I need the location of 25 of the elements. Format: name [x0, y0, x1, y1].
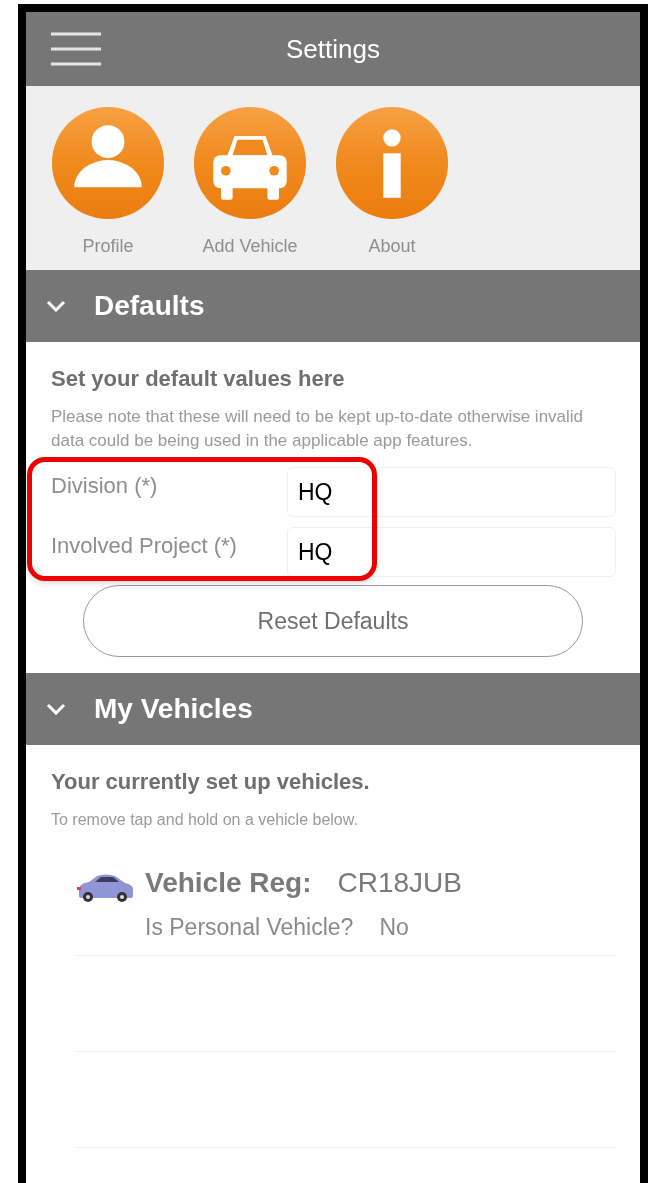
personal-vehicle-label: Is Personal Vehicle?	[145, 913, 354, 942]
section-header[interactable]: My Vehicles	[26, 673, 640, 745]
info-icon	[334, 105, 450, 221]
section-heading: Your currently set up vehicles.	[51, 768, 371, 796]
input-field[interactable]: HQ	[287, 527, 616, 577]
car-icon	[75, 872, 135, 904]
input-field[interactable]: HQ	[287, 467, 616, 517]
menu-icon	[50, 31, 102, 67]
section-heading: Set your default values here	[51, 365, 346, 393]
personal-vehicle-value: No	[379, 913, 409, 942]
shortcut-button[interactable]: Profile	[50, 105, 166, 270]
section-note: Please note that these will need to be kept up-to-date otherwise invalid data could be being used in the applicable app features.	[51, 406, 585, 452]
section-note: To remove tap and hold on a vehicle below.	[51, 810, 359, 830]
vehicle-reg-label: Vehicle Reg:	[145, 866, 312, 900]
section-header[interactable]: Defaults	[26, 270, 640, 342]
vehicle-reg-value: CR18JUB	[337, 866, 462, 900]
car-icon	[192, 105, 308, 221]
shortcut-button[interactable]: About	[334, 105, 450, 270]
shortcut-button[interactable]: Add Vehicle	[192, 105, 308, 270]
menu-button[interactable]	[50, 31, 102, 67]
person-icon	[50, 105, 166, 221]
vehicle-row[interactable]: Vehicle Reg: CR18JUB Is Personal Vehicle? No	[75, 862, 616, 956]
screen-title: Settings	[286, 32, 380, 66]
field-label: Involved Project (*)	[51, 532, 238, 560]
field-label: Division (*)	[51, 472, 159, 500]
